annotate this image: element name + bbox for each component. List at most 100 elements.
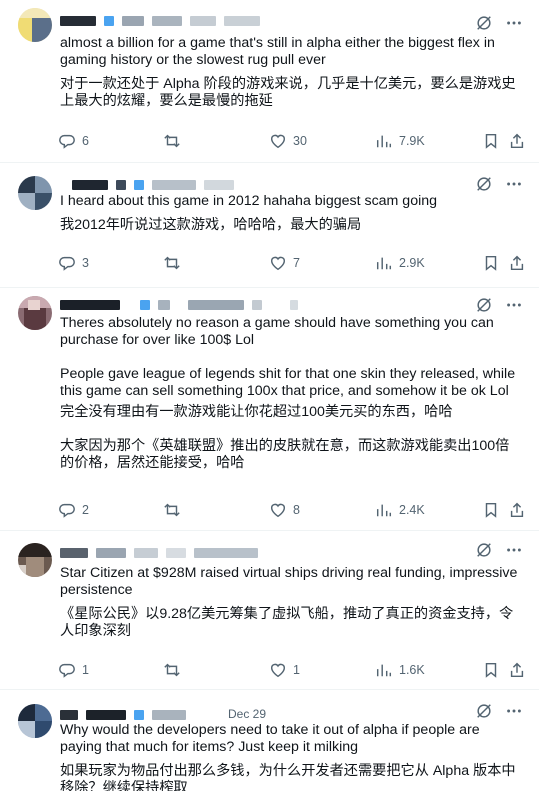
more-icon[interactable]: [505, 175, 523, 193]
bookmark-icon: [485, 133, 497, 149]
author-header[interactable]: [60, 300, 300, 312]
heart-icon: [270, 503, 286, 518]
heart-icon: [270, 256, 286, 271]
like-button[interactable]: 30: [269, 131, 307, 151]
repost-button[interactable]: [163, 660, 187, 680]
repost-icon: [164, 663, 180, 677]
bookmark-icon: [485, 255, 497, 271]
like-count: 30: [293, 134, 307, 148]
reply-button[interactable]: 3: [58, 253, 89, 273]
like-count: 8: [293, 503, 300, 517]
post-text-zh: 《星际公民》以9.28亿美元筹集了虚拟飞船，推动了真正的资金支持，令人印象深刻: [60, 606, 514, 639]
author-header[interactable]: [60, 180, 280, 192]
share-icon: [510, 255, 524, 271]
views-count: 2.9K: [399, 256, 425, 270]
author-header[interactable]: [60, 548, 280, 560]
repost-button[interactable]: [163, 253, 187, 273]
share-button[interactable]: [508, 660, 526, 680]
post-text-zh: 大家因为那个《英雄联盟》推出的皮肤就在意，而这款游戏能卖出100倍的价格，居然还…: [60, 438, 510, 471]
grok-icon[interactable]: [475, 702, 493, 720]
grok-icon[interactable]: [475, 296, 493, 314]
reply-button[interactable]: 2: [58, 500, 89, 520]
repost-button[interactable]: [163, 500, 187, 520]
grok-icon[interactable]: [475, 541, 493, 559]
views-button[interactable]: 2.9K: [375, 253, 425, 273]
like-button[interactable]: 8: [269, 500, 300, 520]
grok-icon[interactable]: [475, 14, 493, 32]
post-text-zh: 对于一款还处于 Alpha 阶段的游戏来说，几乎是十亿美元，要么是游戏史上最大的…: [60, 76, 516, 109]
bookmark-button[interactable]: [482, 253, 500, 273]
heart-icon: [270, 663, 286, 678]
author-header[interactable]: Dec 29: [60, 707, 280, 722]
reply-icon: [59, 503, 75, 518]
views-icon: [376, 664, 392, 677]
share-button[interactable]: [508, 131, 526, 151]
views-button[interactable]: 2.4K: [375, 500, 425, 520]
reply-count: 1: [82, 663, 89, 677]
like-button[interactable]: 1: [269, 660, 300, 680]
reply-post[interactable]: I heard about this game in 2012 hahaha b…: [0, 163, 539, 287]
reply-button[interactable]: 1: [58, 660, 89, 680]
post-text: Theres absolutely no reason a game shoul…: [60, 315, 520, 472]
author-header[interactable]: [60, 16, 290, 28]
repost-icon: [164, 256, 180, 270]
more-icon[interactable]: [505, 296, 523, 314]
reply-post[interactable]: Theres absolutely no reason a game shoul…: [0, 288, 539, 530]
like-button[interactable]: 7: [269, 253, 300, 273]
more-icon[interactable]: [505, 14, 523, 32]
avatar[interactable]: [18, 543, 52, 577]
avatar[interactable]: [18, 8, 52, 42]
views-button[interactable]: 1.6K: [375, 660, 425, 680]
like-count: 7: [293, 256, 300, 270]
post-text: I heard about this game in 2012 hahaha b…: [60, 193, 520, 234]
avatar[interactable]: [18, 704, 52, 738]
bookmark-button[interactable]: [482, 660, 500, 680]
views-icon: [376, 135, 392, 148]
more-icon[interactable]: [505, 541, 523, 559]
reply-icon: [59, 663, 75, 678]
post-text-zh: 完全没有理由有一款游戏能让你花超过100美元买的东西，哈哈: [60, 404, 453, 420]
views-button[interactable]: 7.9K: [375, 131, 425, 151]
action-bar: 6 30 7.9K: [58, 131, 528, 151]
views-count: 7.9K: [399, 134, 425, 148]
reply-post[interactable]: Star Citizen at $928M raised virtual shi…: [0, 531, 539, 689]
reply-count: 6: [82, 134, 89, 148]
share-button[interactable]: [508, 253, 526, 273]
post-date: Dec 29: [228, 707, 267, 721]
post-text: Why would the developers need to take it…: [60, 722, 520, 791]
views-count: 2.4K: [399, 503, 425, 517]
views-icon: [376, 504, 392, 517]
post-text: almost a billion for a game that's still…: [60, 35, 520, 110]
avatar[interactable]: [18, 296, 52, 330]
share-button[interactable]: [508, 500, 526, 520]
reply-post[interactable]: Dec 29 Why would the developers need to …: [0, 690, 539, 791]
post-text: Star Citizen at $928M raised virtual shi…: [60, 565, 520, 640]
bookmark-icon: [485, 662, 497, 678]
repost-icon: [164, 134, 180, 148]
post-text-zh: 我2012年听说过这款游戏，哈哈哈，最大的骗局: [60, 217, 362, 233]
repost-icon: [164, 503, 180, 517]
avatar[interactable]: [18, 176, 52, 210]
share-icon: [510, 662, 524, 678]
post-text-en: I heard about this game in 2012 hahaha b…: [60, 193, 438, 209]
action-bar: 3 7 2.9K: [58, 253, 528, 273]
reply-count: 2: [82, 503, 89, 517]
grok-icon[interactable]: [475, 175, 493, 193]
bookmark-button[interactable]: [482, 131, 500, 151]
repost-button[interactable]: [163, 131, 187, 151]
post-text-en: Theres absolutely no reason a game shoul…: [60, 315, 494, 348]
more-icon[interactable]: [505, 702, 523, 720]
post-text-en: Star Citizen at $928M raised virtual shi…: [60, 565, 518, 598]
reply-icon: [59, 134, 75, 149]
bookmark-icon: [485, 502, 497, 518]
views-count: 1.6K: [399, 663, 425, 677]
post-text-en: almost a billion for a game that's still…: [60, 35, 495, 68]
reply-post[interactable]: almost a billion for a game that's still…: [0, 0, 539, 162]
share-icon: [510, 502, 524, 518]
bookmark-button[interactable]: [482, 500, 500, 520]
share-icon: [510, 133, 524, 149]
reply-button[interactable]: 6: [58, 131, 89, 151]
action-bar: 2 8 2.4K: [58, 500, 528, 520]
action-bar: 1 1 1.6K: [58, 660, 528, 680]
reply-count: 3: [82, 256, 89, 270]
